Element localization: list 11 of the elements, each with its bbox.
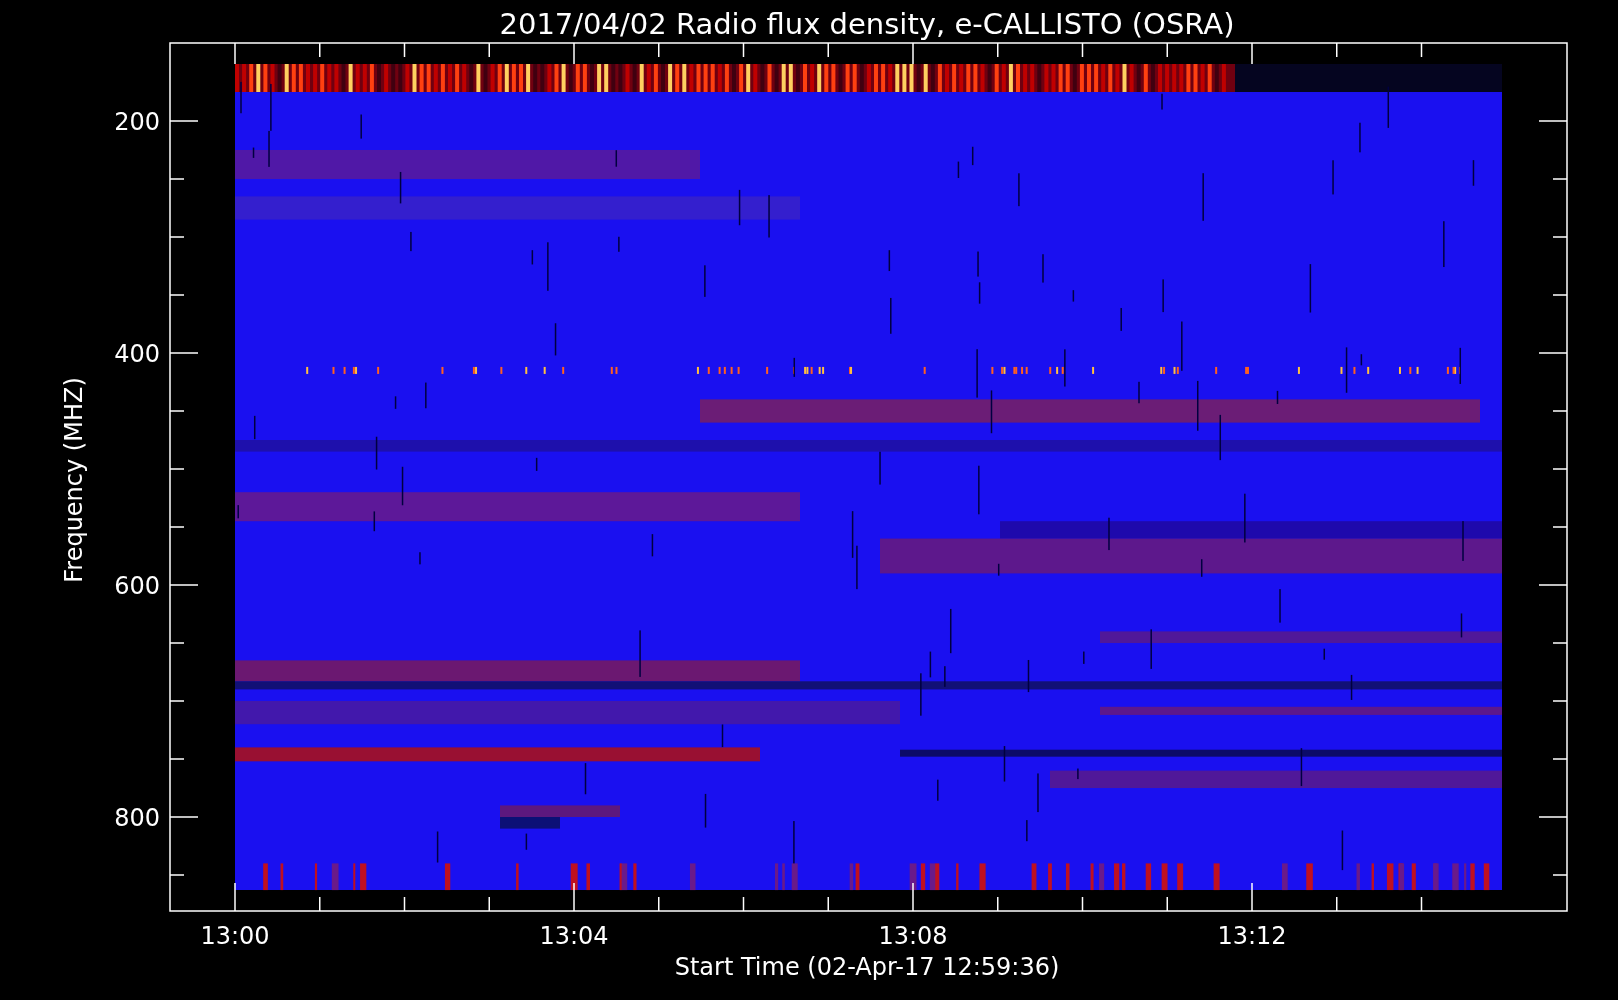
y-tick-label: 800 [114, 804, 160, 832]
x-tick-label: 13:08 [878, 922, 948, 950]
x-tick-label: 13:12 [1217, 922, 1287, 950]
y-tick-label: 600 [114, 572, 160, 600]
x-axis-label: Start Time (02-Apr-17 12:59:36) [674, 953, 1060, 981]
y-axis-label: Frequency (MHZ) [60, 377, 88, 583]
x-tick-label: 13:04 [539, 922, 609, 950]
x-tick-label: 13:00 [200, 922, 270, 950]
y-tick-label: 400 [114, 340, 160, 368]
y-tick-label: 200 [114, 108, 160, 136]
chart-title: 2017/04/02 Radio flux density, e-CALLISTO (OSRA) [499, 7, 1235, 41]
